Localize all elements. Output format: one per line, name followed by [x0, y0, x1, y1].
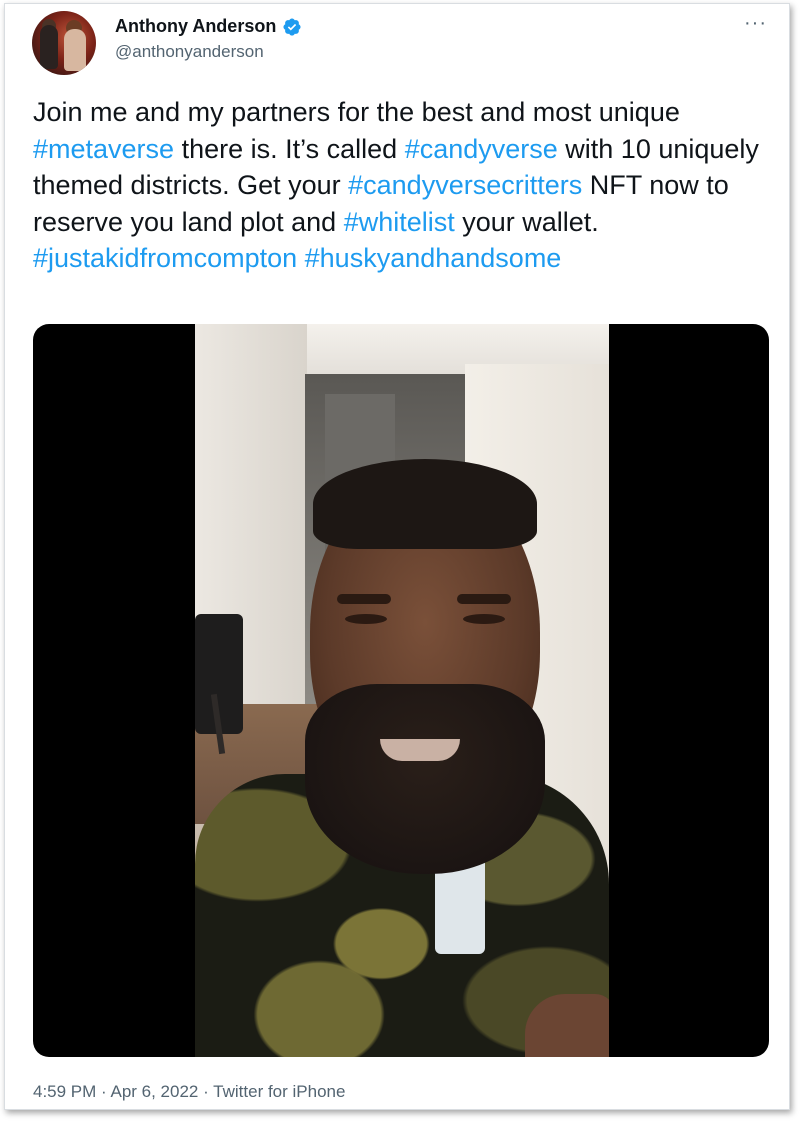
- text-segment: Join me and my partners for the best and…: [33, 97, 680, 127]
- hashtag-link[interactable]: #justakidfromcompton: [33, 243, 297, 273]
- hashtag-link[interactable]: #candyverse: [405, 134, 558, 164]
- video-thumbnail[interactable]: [33, 324, 769, 1057]
- hashtag-link[interactable]: #huskyandhandsome: [305, 243, 562, 273]
- text-segment: there is. It’s called: [174, 133, 405, 164]
- author-handle[interactable]: @anthonyanderson: [115, 42, 264, 62]
- video-frame: [195, 324, 609, 1057]
- hashtag-link[interactable]: #whitelist: [344, 207, 455, 237]
- author-avatar[interactable]: [32, 11, 96, 75]
- author-name[interactable]: Anthony Anderson: [115, 16, 276, 37]
- more-options-icon[interactable]: ···: [744, 12, 767, 35]
- author-name-row[interactable]: Anthony Anderson: [115, 16, 302, 37]
- text-segment: your wallet.: [454, 206, 599, 237]
- tweet-card: Anthony Anderson @anthonyanderson ··· Jo…: [4, 3, 790, 1110]
- hashtag-link[interactable]: #candyversecritters: [348, 170, 582, 200]
- tweet-text: Join me and my partners for the best and…: [33, 94, 773, 277]
- verified-badge-icon: [283, 17, 301, 36]
- hashtag-link[interactable]: #metaverse: [33, 134, 174, 164]
- tweet-timestamp[interactable]: 4:59 PM · Apr 6, 2022 · Twitter for iPho…: [33, 1082, 345, 1102]
- text-segment: [297, 243, 305, 273]
